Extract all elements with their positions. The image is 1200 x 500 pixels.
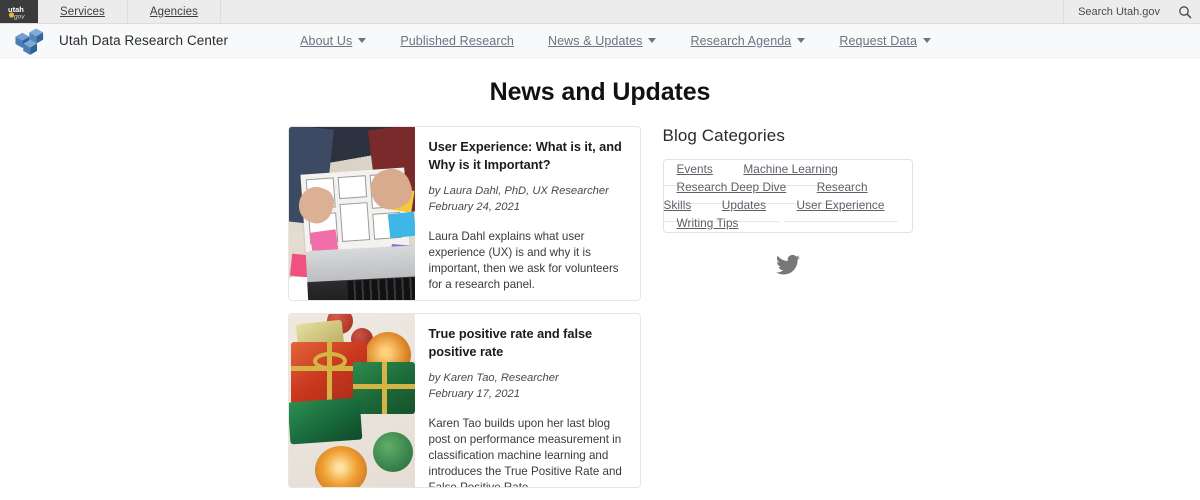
post-thumbnail-ux-wireframing[interactable] bbox=[288, 127, 415, 300]
post-title[interactable]: True positive rate and false positive ra… bbox=[429, 325, 628, 360]
social-links bbox=[663, 255, 913, 275]
post-card[interactable]: True positive rate and false positive ra… bbox=[287, 313, 641, 488]
search-icon[interactable] bbox=[1170, 0, 1200, 23]
nav-label: About Us bbox=[300, 33, 353, 48]
nav-label: News & Updates bbox=[547, 33, 643, 48]
nav-label: Published Research bbox=[400, 33, 514, 48]
post-card[interactable]: User Experience: What is it, and Why is … bbox=[287, 126, 641, 301]
post-date: February 24, 2021 bbox=[428, 201, 520, 214]
nav-item-request-data[interactable]: Request Data bbox=[822, 34, 948, 48]
site-brand[interactable]: Utah Data Research Center bbox=[0, 26, 228, 56]
post-body: True positive rate and false positive ra… bbox=[415, 314, 640, 487]
post-excerpt: Laura Dahl explains what user experience… bbox=[428, 229, 619, 292]
post-meta: by Laura Dahl, PhD, UX Researcher Februa… bbox=[429, 183, 628, 215]
post-title[interactable]: User Experience: What is it, and Why is … bbox=[429, 138, 628, 173]
utility-link-agencies[interactable]: Agencies bbox=[128, 0, 222, 23]
nav-item-published-research[interactable]: Published Research bbox=[383, 34, 531, 48]
utah-utility-bar: utah gov Services Agencies Search Utah.g… bbox=[0, 0, 1200, 24]
chevron-down-icon bbox=[923, 38, 932, 43]
svg-text:gov: gov bbox=[14, 13, 25, 20]
udrc-cubes-logo bbox=[15, 27, 44, 55]
post-meta: by Karen Tao, Researcher February 17, 20… bbox=[429, 370, 628, 402]
post-date: February 17, 2021 bbox=[428, 388, 520, 401]
nav-label: Research Agenda bbox=[690, 33, 792, 48]
content-area: User Experience: What is it, and Why is … bbox=[0, 126, 1200, 500]
post-thumbnail-christmas-gifts[interactable] bbox=[288, 314, 415, 487]
utility-link-services[interactable]: Services bbox=[38, 0, 128, 23]
post-list: User Experience: What is it, and Why is … bbox=[287, 126, 641, 500]
category-item-user-experience[interactable]: User Experience bbox=[783, 189, 898, 222]
utility-bar-spacer bbox=[221, 0, 1065, 23]
chevron-down-icon bbox=[358, 38, 367, 43]
post-byline: by Karen Tao, Researcher bbox=[428, 372, 559, 385]
utah-gov-search[interactable]: Search Utah.gov bbox=[1064, 0, 1170, 23]
blog-categories-list: Events Machine Learning Research Deep Di… bbox=[662, 159, 913, 233]
nav-item-about-us[interactable]: About Us bbox=[283, 34, 383, 48]
utah-gov-search-placeholder: Search Utah.gov bbox=[1078, 5, 1160, 18]
page-title: News and Updates bbox=[489, 78, 711, 106]
nav-label: Request Data bbox=[839, 33, 918, 48]
category-item-writing-tips[interactable]: Writing Tips bbox=[664, 207, 752, 232]
twitter-icon[interactable] bbox=[775, 255, 800, 275]
post-byline: by Laura Dahl, PhD, UX Researcher bbox=[428, 185, 609, 198]
post-excerpt: Karen Tao builds upon her last blog post… bbox=[428, 416, 622, 488]
chevron-down-icon bbox=[648, 38, 657, 43]
nav-item-research-agenda[interactable]: Research Agenda bbox=[673, 34, 822, 48]
main-navigation: About Us Published Research News & Updat… bbox=[283, 34, 948, 48]
post-body: User Experience: What is it, and Why is … bbox=[415, 127, 640, 300]
site-header: Utah Data Research Center About Us Publi… bbox=[0, 24, 1200, 58]
sidebar-title: Blog Categories bbox=[662, 126, 785, 145]
utah-gov-logo[interactable]: utah gov bbox=[0, 0, 38, 23]
chevron-down-icon bbox=[797, 38, 806, 43]
sidebar: Blog Categories Events Machine Learning … bbox=[662, 126, 913, 500]
site-brand-name: Utah Data Research Center bbox=[59, 33, 229, 48]
nav-item-news-updates[interactable]: News & Updates bbox=[531, 34, 674, 48]
